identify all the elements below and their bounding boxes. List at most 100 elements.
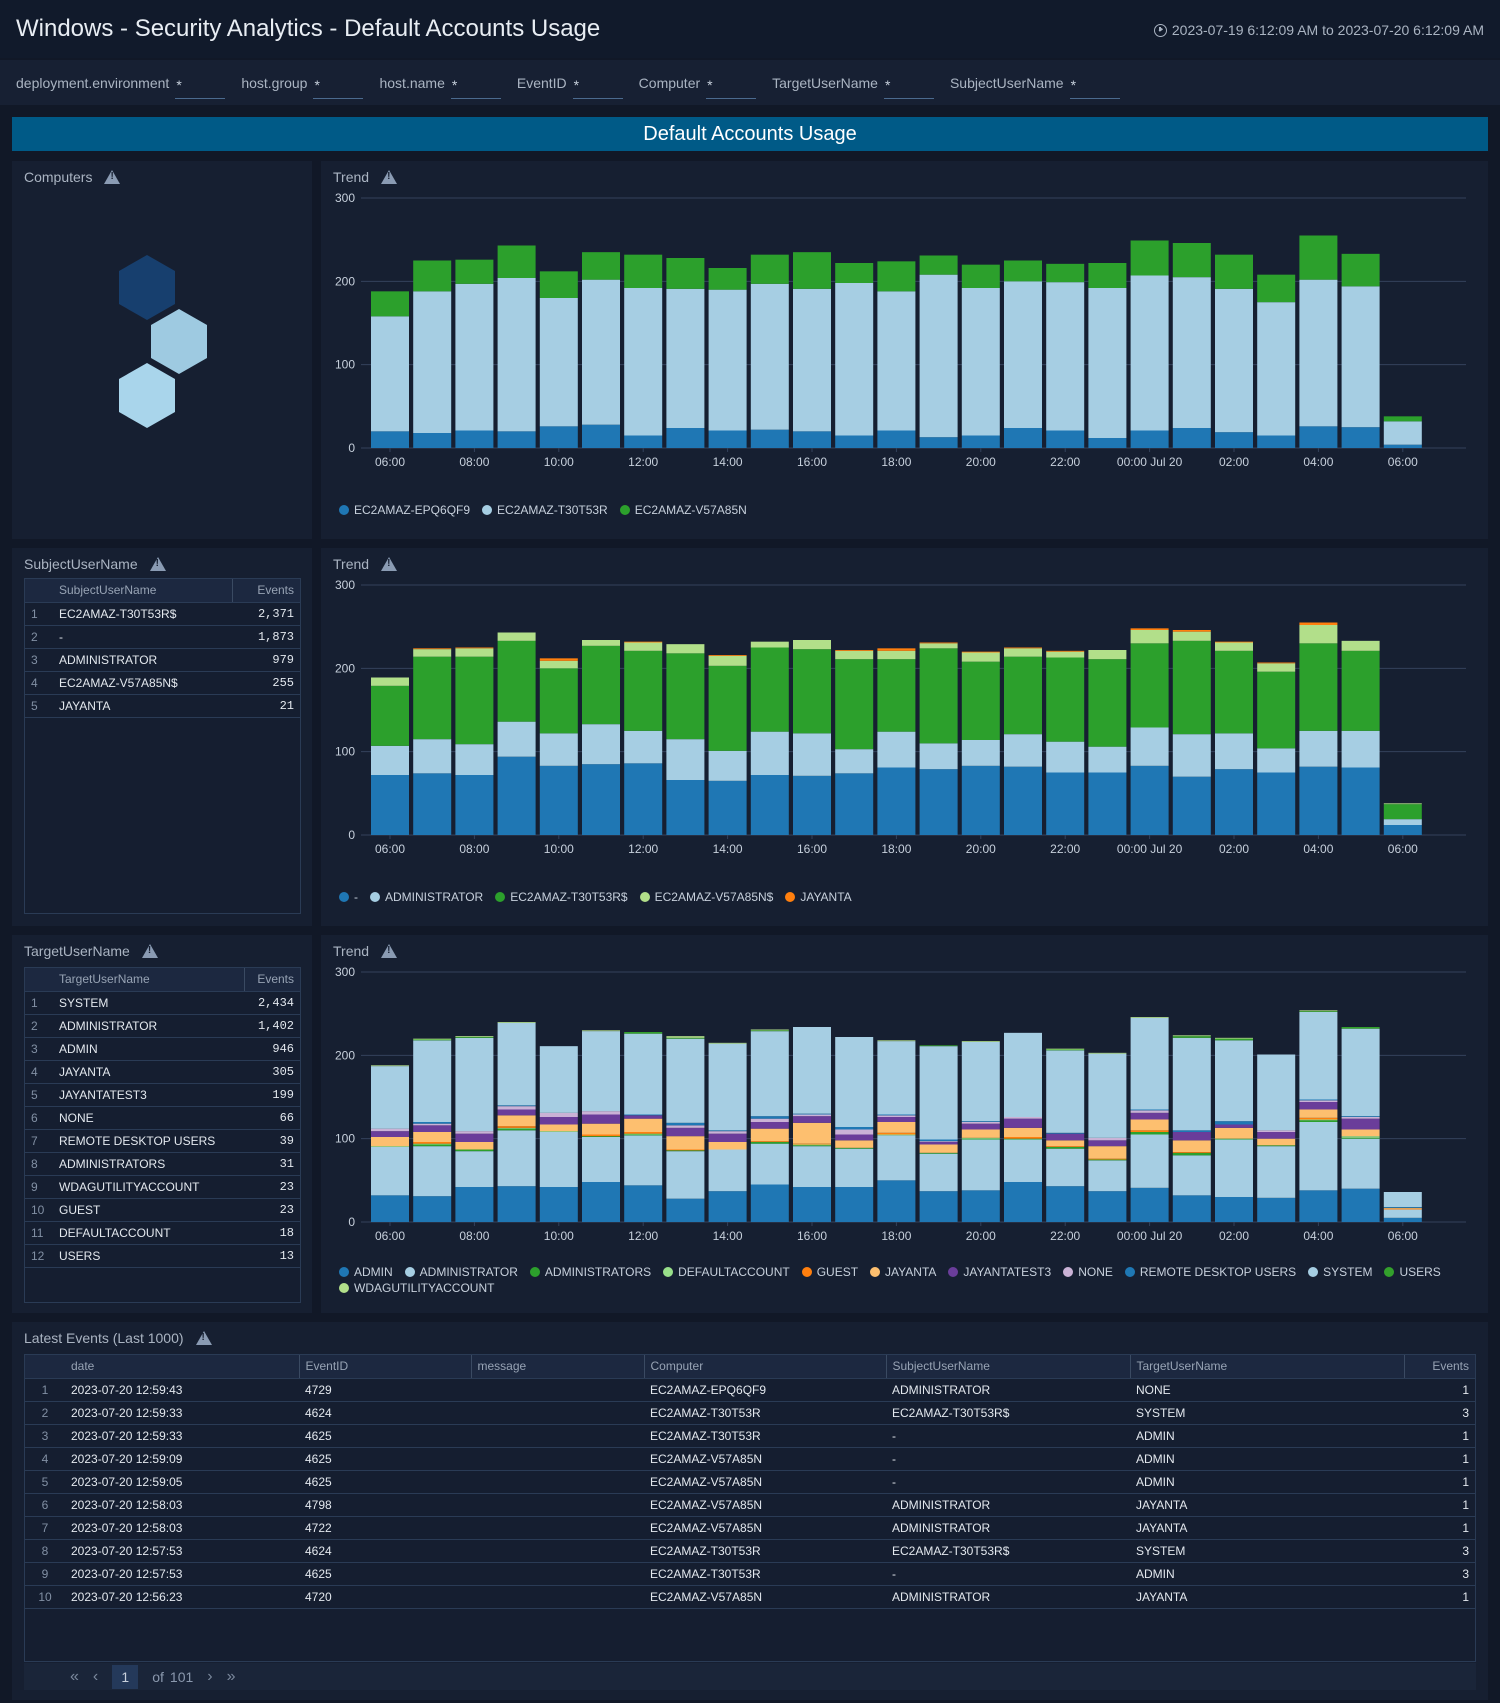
- bar-segment[interactable]: [666, 653, 705, 740]
- bar-segment[interactable]: [1299, 625, 1338, 644]
- bar-segment[interactable]: [1257, 302, 1296, 436]
- bar-segment[interactable]: [1383, 1208, 1422, 1210]
- bar-segment[interactable]: [582, 640, 620, 646]
- bar-segment[interactable]: [1046, 1132, 1085, 1134]
- filter-value[interactable]: *: [883, 77, 934, 99]
- bar-segment[interactable]: [1257, 663, 1296, 672]
- bar-segment[interactable]: [1299, 1119, 1338, 1121]
- bar-segment[interactable]: [877, 659, 916, 732]
- column-header-date[interactable]: date: [65, 1355, 299, 1379]
- bar-segment[interactable]: [666, 1151, 705, 1199]
- bar-segment[interactable]: [750, 775, 789, 835]
- bar-segment[interactable]: [961, 1121, 1000, 1122]
- bar-segment[interactable]: [497, 632, 536, 641]
- bar-segment[interactable]: [1004, 281, 1042, 428]
- bar-segment[interactable]: [1046, 1147, 1085, 1149]
- bar-segment[interactable]: [1088, 1158, 1127, 1160]
- table-row[interactable]: 7 REMOTE DESKTOP USERS 39: [25, 1129, 300, 1153]
- bar-segment[interactable]: [582, 424, 620, 448]
- table-row[interactable]: 4 EC2AMAZ-V57A85N$ 255: [25, 671, 300, 695]
- bar-segment[interactable]: [750, 1030, 789, 1032]
- bar-segment[interactable]: [708, 655, 747, 656]
- table-row[interactable]: 11 DEFAULTACCOUNT 18: [25, 1221, 300, 1245]
- legend-item[interactable]: ADMINISTRATOR: [404, 1265, 518, 1279]
- bar-segment[interactable]: [624, 641, 663, 643]
- bar-segment[interactable]: [1088, 288, 1127, 438]
- bar-segment[interactable]: [1383, 416, 1422, 422]
- filter-subjectusername[interactable]: SubjectUserName *: [950, 75, 1120, 99]
- bar-segment[interactable]: [961, 1138, 1000, 1140]
- bar-segment[interactable]: [1130, 1017, 1169, 1110]
- bar-segment[interactable]: [750, 731, 789, 775]
- bar-segment[interactable]: [919, 1141, 958, 1142]
- bar-segment[interactable]: [1299, 622, 1338, 626]
- legend-item[interactable]: EC2AMAZ-EPQ6QF9: [339, 503, 470, 517]
- bar-segment[interactable]: [1341, 640, 1380, 651]
- filter-value[interactable]: *: [706, 77, 757, 99]
- bar-segment[interactable]: [1172, 1152, 1211, 1153]
- bar-segment[interactable]: [708, 289, 747, 431]
- bar-segment[interactable]: [1046, 741, 1085, 773]
- bar-segment[interactable]: [1341, 767, 1380, 836]
- bar-segment[interactable]: [539, 1112, 578, 1117]
- bar-segment[interactable]: [919, 1144, 958, 1153]
- bar-segment[interactable]: [539, 1124, 578, 1132]
- bar-segment[interactable]: [371, 1146, 409, 1147]
- bar-segment[interactable]: [1130, 1109, 1169, 1111]
- bar-segment[interactable]: [1130, 628, 1169, 630]
- bar-segment[interactable]: [708, 1131, 747, 1134]
- bar-segment[interactable]: [413, 433, 452, 448]
- bar-segment[interactable]: [1215, 1138, 1253, 1140]
- bar-segment[interactable]: [1172, 1155, 1211, 1196]
- bar-segment[interactable]: [835, 1148, 874, 1187]
- bar-segment[interactable]: [1383, 1207, 1422, 1209]
- filter-value[interactable]: *: [450, 77, 501, 99]
- bar-segment[interactable]: [413, 656, 452, 740]
- prev-page-button[interactable]: ‹: [93, 1668, 98, 1686]
- bar-segment[interactable]: [413, 1144, 452, 1147]
- bar-segment[interactable]: [1172, 1132, 1211, 1141]
- bar-segment[interactable]: [582, 1136, 620, 1137]
- bar-segment[interactable]: [1088, 1159, 1127, 1161]
- bar-segment[interactable]: [919, 1046, 958, 1140]
- bar-segment[interactable]: [1341, 730, 1380, 768]
- bar-segment[interactable]: [539, 1131, 578, 1132]
- bar-segment[interactable]: [582, 1114, 620, 1124]
- bar-segment[interactable]: [708, 268, 747, 290]
- bar-segment[interactable]: [877, 648, 916, 651]
- bar-segment[interactable]: [877, 1040, 916, 1042]
- bar-segment[interactable]: [877, 1135, 916, 1181]
- bar-segment[interactable]: [1130, 1130, 1169, 1132]
- bar-segment[interactable]: [624, 1132, 663, 1134]
- bar-segment[interactable]: [1257, 772, 1296, 836]
- bar-segment[interactable]: [455, 1187, 494, 1222]
- event-row[interactable]: 7 2023-07-20 12:58:03 4722 EC2AMAZ-V57A85N A…: [25, 1516, 1475, 1540]
- bar-segment[interactable]: [835, 659, 874, 750]
- bar-segment[interactable]: [793, 1146, 831, 1187]
- bar-segment[interactable]: [750, 1116, 789, 1119]
- bar-segment[interactable]: [1130, 1017, 1169, 1018]
- bar-segment[interactable]: [919, 643, 958, 649]
- bar-segment[interactable]: [1341, 1116, 1380, 1117]
- bar-segment[interactable]: [835, 650, 874, 660]
- bar-segment[interactable]: [1130, 1132, 1169, 1135]
- bar-segment[interactable]: [624, 1118, 663, 1132]
- bar-segment[interactable]: [919, 1152, 958, 1154]
- bar-segment[interactable]: [1383, 825, 1422, 835]
- bar-segment[interactable]: [750, 1128, 789, 1142]
- bar-segment[interactable]: [624, 730, 663, 764]
- bar-segment[interactable]: [793, 1113, 831, 1115]
- bar-segment[interactable]: [666, 1150, 705, 1152]
- bar-segment[interactable]: [919, 743, 958, 770]
- bar-segment[interactable]: [835, 773, 874, 835]
- bar-segment[interactable]: [961, 661, 1000, 740]
- bar-segment[interactable]: [708, 780, 747, 835]
- bar-segment[interactable]: [371, 1128, 409, 1132]
- bar-segment[interactable]: [1172, 1140, 1211, 1152]
- bar-segment[interactable]: [413, 739, 452, 774]
- bar-segment[interactable]: [1299, 1012, 1338, 1100]
- legend-item[interactable]: EC2AMAZ-V57A85N: [619, 503, 747, 517]
- bar-segment[interactable]: [708, 750, 747, 781]
- bar-segment[interactable]: [961, 1041, 1000, 1042]
- bar-segment[interactable]: [877, 1041, 916, 1115]
